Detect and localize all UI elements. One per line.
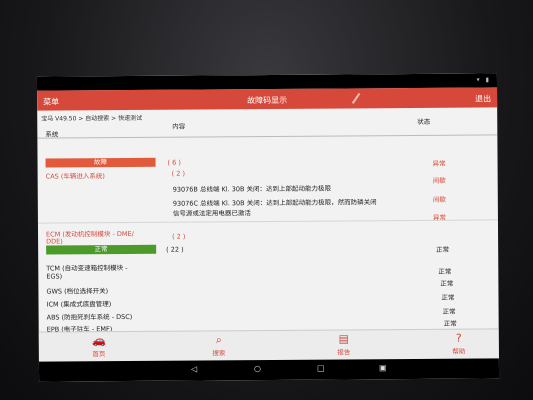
normal-group-header[interactable]: 正常 [46,244,157,255]
search-icon: ⌕ [215,333,222,347]
column-content: 内容 [172,122,186,131]
status-cas: 异常 [432,159,446,168]
title-bar: 菜单 故障码显示 退出 [37,87,498,111]
nav-help-label: 帮助 [452,347,466,356]
status-abs: 正常 [442,307,456,316]
dtc-93076C-line2: 信号源或法定用电器已激活 [172,209,251,218]
wifi-icon: ▾ [476,76,480,84]
status-93076B: 间歇 [432,176,446,185]
nav-help[interactable]: ? 帮助 [429,331,489,356]
row-divider [37,219,498,224]
fault-count-ecm: ( 2 ) [172,232,186,241]
back-icon[interactable]: ◁ [191,364,197,373]
column-status: 状态 [417,117,431,126]
status-epb: 正常 [443,319,457,328]
status-tcm: 正常 [438,267,452,276]
normal-system-tcm[interactable]: TCM (自动变速箱控制模块 - [46,262,127,273]
car-icon: 🚗 [91,334,106,348]
normal-system-icm[interactable]: ICM (集成式底盘管理) [46,298,112,308]
nav-search[interactable]: ⌕ 搜索 [189,333,249,357]
normal-system-abs[interactable]: ABS (防抱死刹车系统 - DSC) [47,311,133,322]
battery-icon: ▮ [485,76,489,84]
nav-report[interactable]: ▤ 报告 [314,332,374,356]
status-icm: 正常 [441,293,455,302]
fault-group-header[interactable]: 故障 [45,157,156,168]
nav-home[interactable]: 🚗 首页 [69,334,129,358]
fault-count: ( 6 ) [167,158,181,167]
header-divider [37,134,498,139]
nav-report-label: 报告 [337,348,351,357]
home-icon[interactable]: ○ [254,364,261,373]
fault-system-ecm-line2: DDE) [46,237,63,246]
exit-button[interactable]: 退出 [475,93,491,104]
page-title: 故障码显示 [247,95,288,106]
status-gws: 正常 [440,279,454,288]
bottom-nav: 🚗 首页 ⌕ 搜索 ▤ 报告 ? 帮助 [38,328,499,363]
android-nav-bar: ◁ ○ □ ▣ [38,358,500,382]
normal-system-tcm-line2: EGS) [46,272,63,281]
dtc-93076B[interactable]: 93076B 总线端 Kl. 30B 关闭：达到上部起动能力极限 [173,183,331,194]
fault-system-cas[interactable]: CAS (车辆进入系统) [46,170,105,180]
status-normal-group: 正常 [436,245,450,254]
status-93076C: 间歇 [432,195,446,204]
normal-system-gws[interactable]: GWS (档位选择开关) [46,285,108,295]
nav-search-label: 搜索 [212,349,226,358]
breadcrumb: 宝马 V49.50 > 自动搜索 > 快速测试 [41,114,143,123]
nav-home-label: 首页 [92,350,106,359]
screenshot-icon[interactable]: ▣ [379,363,387,372]
normal-count: ( 22 ) [166,245,184,254]
app-screen: ▾ ▮ 菜单 故障码显示 退出 宝马 V49.50 > 自动搜索 > 快速测试 系… [36,73,500,382]
fault-count-cas: ( 2 ) [171,169,185,178]
help-icon: ? [455,331,462,345]
dtc-93076C[interactable]: 93076C 总线端 Kl. 30B 关闭：达到上部起动能力极限，然而防磷关闭 [173,196,377,207]
status-ecm: 异常 [432,213,446,222]
recents-icon[interactable]: □ [317,364,325,373]
report-icon: ▤ [338,332,350,346]
